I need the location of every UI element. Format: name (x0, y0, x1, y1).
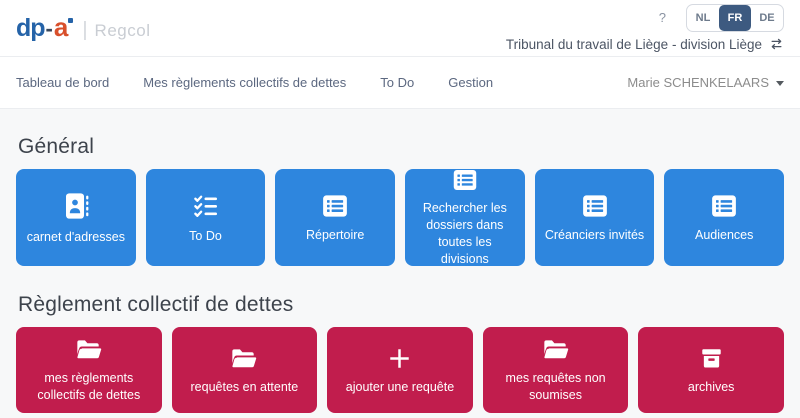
tile-mes-reglements[interactable]: mes règlements collectifs de dettes (16, 327, 162, 413)
nav-item-gestion[interactable]: Gestion (448, 75, 493, 90)
nav-item-tableau-de-bord[interactable]: Tableau de bord (16, 75, 109, 90)
app-header: dp - a | Regcol ? NL FR DE Tribunal du t… (0, 0, 800, 57)
division-label: Tribunal du travail de Liège - division … (506, 37, 762, 52)
nav-item-mes-reglements[interactable]: Mes règlements collectifs de dettes (143, 75, 346, 90)
main-nav: Tableau de bord Mes règlements collectif… (0, 57, 800, 109)
user-menu[interactable]: Marie SCHENKELAARS (627, 75, 784, 90)
tile-label: Créanciers invités (537, 227, 652, 244)
tile-label: archives (680, 379, 743, 396)
header-right: ? NL FR DE Tribunal du travail de Liège … (506, 4, 784, 52)
list-icon (320, 192, 350, 220)
main-content: Général carnet d'adresses (0, 109, 800, 418)
tile-archives[interactable]: archives (638, 327, 784, 413)
chevron-down-icon (776, 81, 784, 86)
logo-a-text: a (54, 12, 67, 43)
nav-item-to-do[interactable]: To Do (380, 75, 414, 90)
tile-creanciers-invites[interactable]: Créanciers invités (535, 169, 655, 266)
logo-hyphen: - (46, 16, 53, 42)
tile-label: ajouter une requête (338, 379, 462, 396)
app-logo[interactable]: dp - a | Regcol (16, 12, 150, 43)
section-reglement-collectif: Règlement collectif de dettes mes règlem… (16, 292, 784, 413)
logo-product-name: Regcol (95, 21, 151, 41)
logo-dp-text: dp (16, 14, 45, 43)
tile-label: carnet d'adresses (19, 229, 133, 246)
section-title-rcd: Règlement collectif de dettes (18, 292, 784, 318)
tile-label: Audiences (687, 227, 761, 244)
general-tile-row: carnet d'adresses To Do (16, 169, 784, 266)
swap-horizontal-icon (769, 37, 784, 51)
lang-button-nl[interactable]: NL (687, 5, 719, 31)
folder-open-icon (541, 336, 571, 363)
plus-icon (386, 345, 413, 372)
tile-label: requêtes en attente (183, 379, 307, 396)
tile-ajouter-requete[interactable]: ajouter une requête (327, 327, 473, 413)
lang-button-de[interactable]: DE (751, 5, 783, 31)
list-icon (709, 192, 739, 220)
tile-label: Rechercher les dossiers dans toutes les … (405, 200, 525, 268)
division-selector[interactable]: Tribunal du travail de Liège - division … (506, 37, 784, 52)
help-button[interactable]: ? (655, 8, 670, 27)
tile-repertoire[interactable]: Répertoire (275, 169, 395, 266)
folder-open-icon (74, 336, 104, 363)
language-switcher: NL FR DE (686, 4, 784, 32)
tile-rechercher-dossiers[interactable]: Rechercher les dossiers dans toutes les … (405, 169, 525, 266)
checklist-icon (191, 191, 221, 221)
address-book-icon (60, 190, 92, 222)
logo-dot (68, 18, 73, 23)
tile-to-do[interactable]: To Do (146, 169, 266, 266)
tile-label: To Do (181, 228, 230, 245)
list-icon (580, 192, 610, 220)
tile-label: mes requêtes non soumises (483, 370, 629, 404)
user-name: Marie SCHENKELAARS (627, 75, 769, 90)
tile-requetes-non-soumises[interactable]: mes requêtes non soumises (483, 327, 629, 413)
section-title-general: Général (18, 134, 784, 160)
folder-open-icon (229, 345, 259, 372)
tile-label: mes règlements collectifs de dettes (16, 370, 162, 404)
logo-separator: | (82, 19, 87, 42)
lang-button-fr[interactable]: FR (719, 5, 751, 31)
tile-requetes-en-attente[interactable]: requêtes en attente (172, 327, 318, 413)
archive-box-icon (698, 345, 725, 372)
rcd-tile-row: mes règlements collectifs de dettes requ… (16, 327, 784, 413)
tile-audiences[interactable]: Audiences (664, 169, 784, 266)
tile-label: Répertoire (298, 227, 372, 244)
section-general: Général carnet d'adresses (16, 134, 784, 266)
list-icon (450, 167, 480, 193)
tile-carnet-adresses[interactable]: carnet d'adresses (16, 169, 136, 266)
